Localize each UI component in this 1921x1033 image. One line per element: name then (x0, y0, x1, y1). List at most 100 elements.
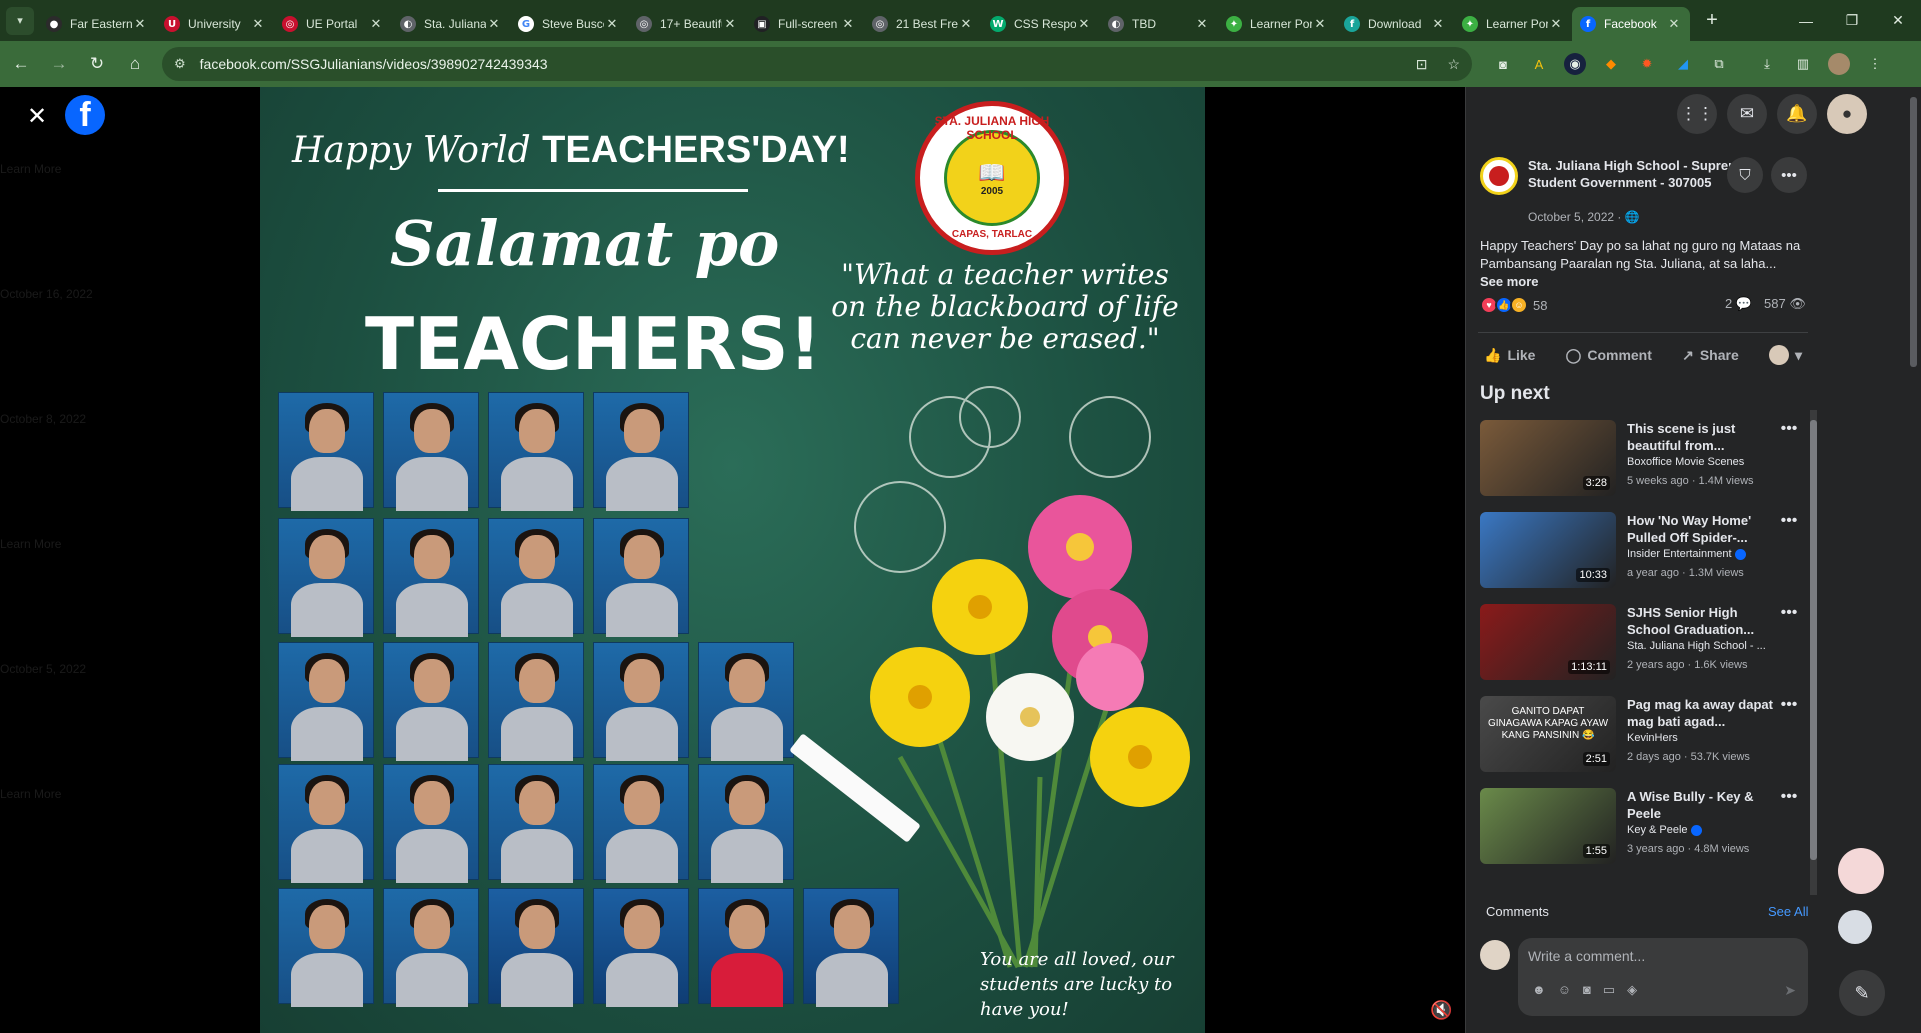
browser-tab[interactable]: ● Far Eastern ✕ (38, 7, 156, 41)
tab-close-icon[interactable]: ✕ (250, 16, 266, 32)
commenter-avatar[interactable] (1480, 940, 1510, 970)
minimize-button[interactable]: — (1783, 0, 1829, 41)
forward-icon[interactable]: → (42, 47, 76, 81)
downloads-icon[interactable]: ⤓ (1756, 53, 1778, 75)
emoji-icon[interactable]: ☺ (1558, 982, 1571, 998)
browser-tab[interactable]: ▣ Full-screen ✕ (746, 7, 864, 41)
camera-extension-icon[interactable]: ◙ (1492, 53, 1514, 75)
video-channel[interactable]: Boxoffice Movie Scenes (1627, 456, 1787, 468)
page-scrollbar[interactable] (1906, 87, 1921, 1033)
browser-tab[interactable]: f Facebook ✕ (1572, 7, 1690, 41)
install-app-icon[interactable]: ⊡ (1416, 56, 1428, 73)
up-next-video-item[interactable]: 1:55 A Wise Bully - Key & Peele Key & Peel… (1480, 788, 1810, 864)
tab-close-icon[interactable]: ✕ (486, 16, 502, 32)
video-title[interactable]: How 'No Way Home' Pulled Off Spider-... (1627, 512, 1777, 546)
dark-extension-icon[interactable]: ◉ (1564, 53, 1586, 75)
camera-icon[interactable]: ◙ (1583, 982, 1591, 998)
browser-tab[interactable]: ◐ TBD ✕ (1100, 7, 1218, 41)
post-more-options-icon[interactable]: ••• (1771, 157, 1807, 193)
extensions-puzzle-icon[interactable]: ⧉ (1708, 53, 1730, 75)
up-next-video-item[interactable]: 1:13:11 SJHS Senior High School Graduatio… (1480, 604, 1810, 680)
blue-extension-icon[interactable]: ◢ (1672, 53, 1694, 75)
video-channel[interactable]: Key & Peele (1627, 824, 1787, 836)
up-next-video-item[interactable]: 3:28 This scene is just beautiful from...… (1480, 420, 1810, 496)
up-next-video-item[interactable]: 10:33 How 'No Way Home' Pulled Off Spider… (1480, 512, 1810, 588)
save-post-icon[interactable]: ⛉ (1727, 157, 1763, 193)
fox-extension-icon[interactable]: ◆ (1600, 53, 1622, 75)
menu-grid-icon[interactable]: ⋮⋮ (1677, 94, 1717, 134)
reactions-summary[interactable]: ♥ 👍 ☺ 58 (1480, 296, 1547, 314)
react-as-selector[interactable]: ▾ (1763, 343, 1808, 367)
tab-close-icon[interactable]: ✕ (840, 16, 856, 32)
profile-avatar[interactable] (1828, 53, 1850, 75)
browser-tab[interactable]: ◎ 17+ Beautiful✕ (628, 7, 746, 41)
account-avatar[interactable]: ● (1827, 94, 1867, 134)
video-thumbnail[interactable]: GANITO DAPAT GINAGAWA KAPAG AYAW KANG PA… (1480, 696, 1616, 772)
browser-tab[interactable]: W CSS Responsive✕ (982, 7, 1100, 41)
side-panel-icon[interactable]: ▥ (1792, 53, 1814, 75)
address-bar[interactable]: ⚙ facebook.com/SSGJulianians/videos/3989… (162, 47, 1472, 81)
video-thumbnail[interactable]: 3:28 (1480, 420, 1616, 496)
notifications-bell-icon[interactable]: 🔔 (1777, 94, 1817, 134)
site-info-icon[interactable]: ⚙ (174, 56, 186, 72)
tab-close-icon[interactable]: ✕ (958, 16, 974, 32)
video-thumbnail[interactable]: 10:33 (1480, 512, 1616, 588)
tab-close-icon[interactable]: ✕ (1312, 16, 1328, 32)
video-more-options-icon[interactable]: ••• (1777, 512, 1801, 530)
video-more-options-icon[interactable]: ••• (1777, 604, 1801, 622)
chat-head-contact-1[interactable] (1838, 848, 1884, 894)
up-next-video-item[interactable]: GANITO DAPAT GINAGAWA KAPAG AYAW KANG PA… (1480, 696, 1810, 772)
browser-tab[interactable]: ✦ Learner Portal✕ (1218, 7, 1336, 41)
avatar-sticker-icon[interactable]: ☻ (1532, 982, 1546, 998)
see-more-link[interactable]: See more (1480, 273, 1810, 291)
video-title[interactable]: SJHS Senior High School Graduation... (1627, 604, 1777, 638)
orange-extension-icon[interactable]: ✹ (1636, 53, 1658, 75)
video-title[interactable]: A Wise Bully - Key & Peele (1627, 788, 1777, 822)
comment-composer[interactable]: ☻ ☺ ◙ ▭ ◈ ➤ (1518, 938, 1808, 1016)
tab-close-icon[interactable]: ✕ (604, 16, 620, 32)
video-title[interactable]: Pag mag ka away dapat mag bati agad... (1627, 696, 1777, 730)
comment-count[interactable]: 2 💬 (1725, 296, 1752, 312)
new-message-icon[interactable]: ✎ (1839, 970, 1885, 1016)
new-tab-button[interactable]: + (1698, 7, 1726, 35)
reload-icon[interactable]: ↻ (80, 47, 114, 81)
video-more-options-icon[interactable]: ••• (1777, 420, 1801, 438)
tab-search-button[interactable]: ▾ (6, 6, 34, 35)
like-button[interactable]: 👍 Like (1478, 345, 1541, 366)
tab-close-icon[interactable]: ✕ (368, 16, 384, 32)
facebook-logo-icon[interactable]: f (65, 95, 105, 135)
video-more-options-icon[interactable]: ••• (1777, 788, 1801, 806)
up-next-scroll-thumb[interactable] (1810, 420, 1817, 860)
translate-extension-icon[interactable]: A (1528, 53, 1550, 75)
sticker-icon[interactable]: ◈ (1627, 982, 1637, 998)
page-name-link[interactable]: Sta. Juliana High School - Supreme Stude… (1528, 157, 1748, 191)
see-all-comments-link[interactable]: See All (1768, 904, 1808, 919)
video-channel[interactable]: KevinHers (1627, 732, 1787, 744)
video-more-options-icon[interactable]: ••• (1777, 696, 1801, 714)
browser-tab[interactable]: ✦ Learner Portal✕ (1454, 7, 1572, 41)
tab-close-icon[interactable]: ✕ (1548, 16, 1564, 32)
home-icon[interactable]: ⌂ (118, 47, 152, 81)
chat-head-contact-2[interactable] (1838, 910, 1872, 944)
messenger-icon[interactable]: ✉ (1727, 94, 1767, 134)
browser-tab[interactable]: f Download ✕ (1336, 7, 1454, 41)
video-channel[interactable]: Sta. Juliana High School - ... (1627, 640, 1787, 652)
browser-menu-icon[interactable]: ⋮ (1864, 53, 1886, 75)
browser-tab[interactable]: ◎ 21 Best Free ✕ (864, 7, 982, 41)
tab-close-icon[interactable]: ✕ (1076, 16, 1092, 32)
video-title[interactable]: This scene is just beautiful from... (1627, 420, 1777, 454)
video-channel[interactable]: Insider Entertainment (1627, 548, 1787, 560)
gif-icon[interactable]: ▭ (1603, 982, 1615, 998)
maximize-button[interactable]: ❐ (1829, 0, 1875, 41)
mute-volume-icon[interactable]: 🔇 (1430, 1000, 1452, 1021)
close-window-button[interactable]: ✕ (1875, 0, 1921, 41)
browser-tab[interactable]: U University ✕ (156, 7, 274, 41)
back-icon[interactable]: ← (4, 47, 38, 81)
browser-tab[interactable]: ◐ Sta. Juliana ✕ (392, 7, 510, 41)
close-icon[interactable]: ✕ (24, 103, 50, 130)
tab-close-icon[interactable]: ✕ (1194, 16, 1210, 32)
page-avatar[interactable] (1480, 157, 1518, 195)
video-thumbnail[interactable]: 1:55 (1480, 788, 1616, 864)
comment-button[interactable]: ◯ Comment (1560, 345, 1658, 366)
browser-tab[interactable]: ◎ UE Portal ✕ (274, 7, 392, 41)
